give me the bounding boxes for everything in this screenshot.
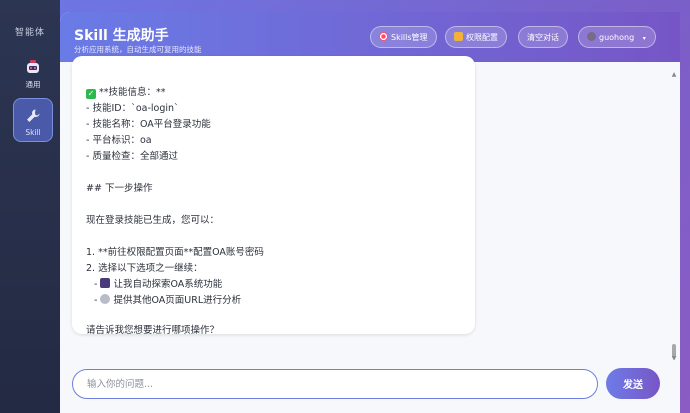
chat-scrollbar[interactable]: ▲ ▼ [670, 72, 678, 362]
main-panel: Skill 生成助手 分析应用系统，自动生成可复用的技能 Skills管理 权限… [60, 12, 680, 413]
user-icon [587, 32, 596, 41]
user-menu-button[interactable]: guohong ▾ [578, 26, 656, 48]
sidebar-item-label: 通用 [25, 80, 41, 89]
clear-chat-button[interactable]: 清空对话 [518, 26, 568, 48]
app-header: Skill 生成助手 分析应用系统，自动生成可复用的技能 Skills管理 权限… [60, 12, 680, 62]
permissions-button[interactable]: 权限配置 [445, 26, 507, 48]
message-line: - 提供其他OA页面URL进行分析 [94, 294, 242, 306]
chat-area[interactable]: ✓ **技能信息：** - 技能ID：`oa-login` - 技能名称：OA平台… [60, 56, 680, 362]
skills-icon [379, 32, 388, 41]
assistant-message: ✓ **技能信息：** - 技能ID：`oa-login` - 技能名称：OA平台… [72, 56, 475, 336]
page-subtitle: 分析应用系统，自动生成可复用的技能 [74, 45, 202, 54]
sidebar-item-general[interactable]: 通用 [13, 50, 53, 94]
message-line: - 质量检查：全部通过 [86, 151, 178, 162]
message-line: - 技能ID：`oa-login` [86, 103, 179, 114]
robot-icon [27, 60, 39, 73]
message-line: ✓ **技能信息：** [86, 87, 166, 99]
scroll-up-icon[interactable]: ▲ [670, 72, 678, 78]
robot-icon [100, 278, 111, 288]
send-button[interactable]: 发送 [606, 368, 660, 399]
message-line: 请告诉我您想要进行哪项操作？ [86, 325, 220, 336]
message-line: - 技能名称：OA平台登录功能 [86, 119, 211, 130]
sidebar-item-skill[interactable]: Skill [13, 98, 53, 142]
link-icon [100, 294, 111, 304]
lock-icon [454, 32, 463, 41]
skills-manage-button[interactable]: Skills管理 [370, 26, 437, 48]
sidebar-title: 智能体 [14, 28, 45, 38]
question-input[interactable] [72, 369, 598, 399]
message-line: ## 下一步操作 [86, 183, 153, 194]
message-line: 2. 选择以下选项之一继续： [86, 263, 203, 274]
username: guohong [599, 33, 635, 42]
chevron-down-icon: ▾ [642, 35, 646, 42]
input-bar: 发送 [60, 360, 680, 413]
page-title: Skill 生成助手 [74, 28, 169, 44]
message-line: 现在登录技能已生成，您可以： [86, 215, 220, 226]
message-line: 1. **前往权限配置页面**配置OA账号密码 [86, 247, 264, 258]
message-line: - 平台标识：oa [86, 135, 152, 146]
message-line: - 让我自动探索OA系统功能 [94, 278, 223, 290]
sidebar-item-label: Skill [25, 128, 41, 137]
check-icon: ✓ [86, 89, 96, 99]
wrench-icon [27, 109, 40, 122]
agent-sidebar: 智能体 通用 Skill [0, 0, 60, 413]
